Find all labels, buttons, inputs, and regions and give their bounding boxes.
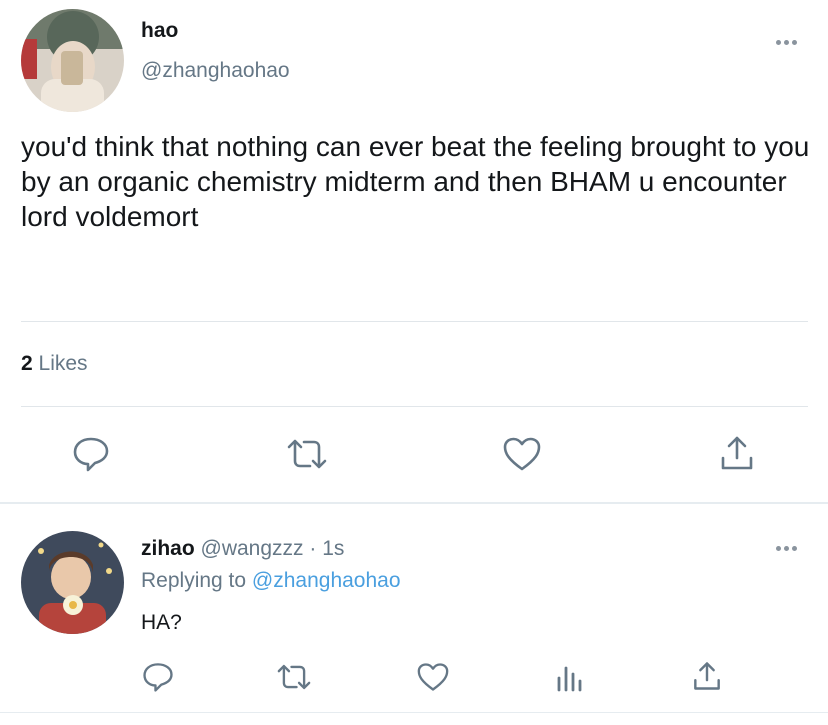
reply-author-handle[interactable]: @wangzzz bbox=[201, 537, 304, 560]
reply-separator: · bbox=[309, 537, 317, 560]
reply-retweet-button[interactable] bbox=[275, 660, 313, 694]
share-icon bbox=[721, 436, 753, 470]
section-divider bbox=[0, 502, 828, 504]
retweet-button[interactable] bbox=[285, 434, 329, 474]
main-more-icon[interactable] bbox=[776, 40, 797, 45]
main-tweet-text: you'd think that nothing can ever beat t… bbox=[21, 131, 810, 232]
main-author-handle[interactable]: @zhanghaohao bbox=[141, 59, 290, 83]
reply-author-name[interactable]: zihao bbox=[141, 537, 195, 560]
like-button[interactable] bbox=[500, 434, 544, 474]
reply-author-avatar[interactable] bbox=[21, 531, 124, 634]
likes-count: 2 bbox=[21, 352, 33, 375]
analytics-icon bbox=[557, 666, 582, 692]
reply-more-icon[interactable] bbox=[776, 546, 797, 551]
share-button[interactable] bbox=[716, 432, 758, 474]
main-author-avatar[interactable] bbox=[21, 9, 124, 112]
reply-analytics-button[interactable] bbox=[552, 660, 586, 694]
reply-icon bbox=[143, 663, 173, 692]
replying-prefix: Replying to bbox=[141, 569, 247, 592]
reply-header: zihao @wangzzz · 1s bbox=[141, 537, 344, 561]
reply-like-button[interactable] bbox=[415, 660, 451, 694]
replying-to: Replying to @zhanghaohao bbox=[141, 569, 401, 593]
bottom-divider bbox=[0, 712, 828, 713]
like-icon bbox=[503, 437, 541, 471]
main-author-name[interactable]: hao bbox=[141, 19, 178, 43]
likes-stat[interactable]: 2 Likes bbox=[21, 352, 88, 376]
retweet-icon bbox=[287, 439, 327, 469]
reply-icon bbox=[73, 437, 109, 472]
likes-label: Likes bbox=[38, 352, 88, 375]
reply-timestamp[interactable]: 1s bbox=[322, 537, 344, 560]
reply-share-button[interactable] bbox=[690, 658, 724, 694]
reply-reply-button[interactable] bbox=[140, 660, 176, 694]
divider bbox=[21, 406, 808, 407]
retweet-icon bbox=[277, 664, 311, 690]
reply-tweet-text: HA? bbox=[141, 611, 182, 634]
replying-mention-link[interactable]: @zhanghaohao bbox=[252, 569, 401, 592]
reply-button[interactable] bbox=[69, 434, 113, 474]
like-icon bbox=[417, 663, 449, 691]
divider bbox=[21, 321, 808, 322]
share-icon bbox=[694, 662, 720, 690]
